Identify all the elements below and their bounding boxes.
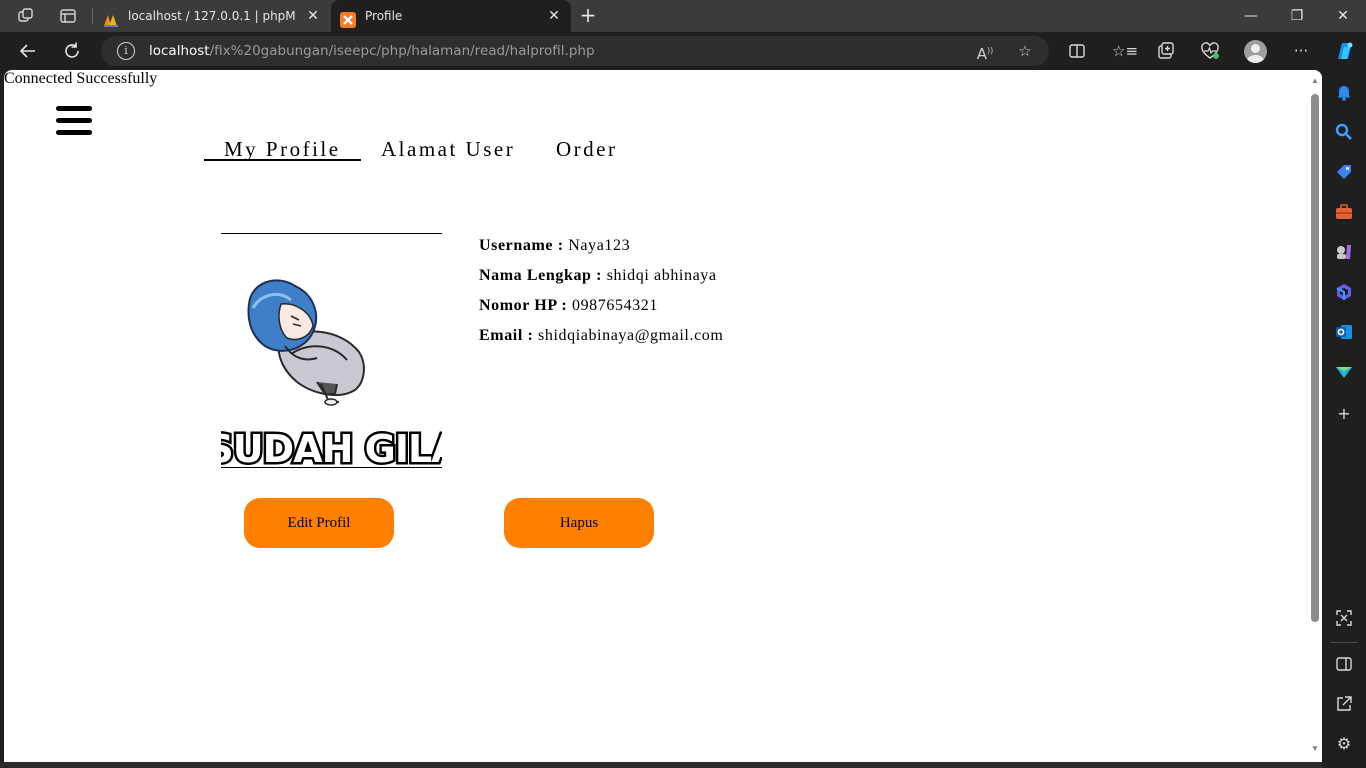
send-drop-icon[interactable] bbox=[1334, 362, 1354, 382]
email-row: Email : shidqiabinaya@gmail.com bbox=[479, 326, 723, 346]
read-aloud-icon[interactable]: A)) bbox=[975, 41, 995, 63]
workspaces-icon[interactable] bbox=[16, 6, 36, 26]
url-text[interactable]: localhost/fix%20gabungan/iseepc/php/hala… bbox=[149, 36, 595, 66]
username-row: Username : Naya123 bbox=[479, 236, 630, 256]
open-external-icon[interactable] bbox=[1334, 694, 1354, 714]
edge-sidebar: + ⚙ bbox=[1322, 70, 1366, 768]
browser-essentials-icon[interactable] bbox=[1200, 41, 1220, 61]
scrollbar-thumb[interactable] bbox=[1311, 94, 1319, 622]
new-tab-icon[interactable]: + bbox=[578, 5, 598, 25]
phone-label: Nomor HP : bbox=[479, 297, 568, 314]
add-sidebar-app-icon[interactable]: + bbox=[1334, 404, 1354, 424]
close-window-icon[interactable]: ✕ bbox=[1320, 0, 1366, 32]
window-bottom-edge bbox=[0, 762, 1322, 768]
close-tab-icon[interactable]: ✕ bbox=[547, 0, 561, 32]
sticker-caption: SUDAH GILA bbox=[221, 427, 442, 467]
search-icon[interactable] bbox=[1334, 122, 1354, 142]
restore-icon[interactable]: ❐ bbox=[1274, 0, 1320, 32]
tab-profile[interactable]: Profile ✕ bbox=[331, 0, 571, 32]
tab-title: localhost / 127.0.0.1 | phpMyAdmin bbox=[128, 9, 296, 23]
profile-avatar-icon[interactable] bbox=[1244, 40, 1267, 63]
vertical-scrollbar[interactable]: ▲ ▼ bbox=[1308, 70, 1322, 762]
split-screen-icon[interactable] bbox=[1067, 41, 1087, 61]
outlook-icon[interactable] bbox=[1334, 322, 1354, 342]
fullname-label: Nama Lengkap : bbox=[479, 267, 603, 284]
username-value: Naya123 bbox=[568, 237, 631, 254]
fullname-value: shidqi abhinaya bbox=[606, 267, 717, 284]
minimize-icon[interactable]: — bbox=[1228, 0, 1274, 32]
active-tab-underline bbox=[204, 159, 361, 161]
page-viewport: Connected Successfully My Profile Alamat… bbox=[4, 70, 1322, 762]
notification-bell-icon[interactable] bbox=[1334, 82, 1354, 102]
tools-briefcase-icon[interactable] bbox=[1334, 202, 1354, 222]
phone-row: Nomor HP : 0987654321 bbox=[479, 296, 658, 316]
email-label: Email : bbox=[479, 327, 534, 344]
scroll-down-icon[interactable]: ▼ bbox=[1310, 744, 1320, 754]
more-menu-icon[interactable]: ··· bbox=[1291, 41, 1311, 61]
back-icon[interactable] bbox=[17, 40, 39, 62]
tab-separator bbox=[92, 8, 93, 24]
fullname-row: Nama Lengkap : shidqi abhinaya bbox=[479, 266, 717, 286]
refresh-icon[interactable] bbox=[61, 40, 83, 62]
copilot-icon[interactable] bbox=[1333, 39, 1357, 63]
browser-titlebar: localhost / 127.0.0.1 | phpMyAdmin ✕ Pro… bbox=[0, 0, 1366, 32]
tab-title: Profile bbox=[365, 9, 403, 23]
games-icon[interactable] bbox=[1334, 242, 1354, 262]
favorite-star-icon[interactable]: ☆ bbox=[1015, 41, 1035, 61]
profile-photo: SUDAH GILA bbox=[204, 233, 465, 474]
nav-tab-alamat-user[interactable]: Alamat User bbox=[381, 136, 515, 162]
browser-toolbar: i localhost/fix%20gabungan/iseepc/php/ha… bbox=[0, 32, 1366, 70]
sidebar-divider bbox=[1330, 642, 1358, 643]
hamburger-menu-icon[interactable] bbox=[56, 105, 92, 135]
anime-sticker-image: SUDAH GILA bbox=[204, 279, 465, 474]
sidebar-toggle-icon[interactable] bbox=[1334, 654, 1354, 674]
edit-profile-button[interactable]: Edit Profil bbox=[244, 498, 394, 548]
screenshot-tool-icon[interactable] bbox=[1334, 608, 1354, 628]
site-info-icon[interactable]: i bbox=[117, 42, 135, 60]
scroll-up-icon[interactable]: ▲ bbox=[1310, 76, 1320, 86]
address-bar[interactable]: i localhost/fix%20gabungan/iseepc/php/ha… bbox=[101, 36, 1049, 66]
collections-icon[interactable] bbox=[1156, 41, 1176, 61]
phpmyadmin-favicon-icon bbox=[103, 8, 119, 27]
phone-value: 0987654321 bbox=[571, 297, 658, 314]
settings-gear-icon[interactable]: ⚙ bbox=[1334, 734, 1354, 754]
tab-phpmyadmin[interactable]: localhost / 127.0.0.1 | phpMyAdmin ✕ bbox=[94, 0, 330, 32]
email-value: shidqiabinaya@gmail.com bbox=[538, 327, 724, 344]
connection-status: Connected Successfully bbox=[4, 70, 158, 87]
favorites-icon[interactable]: ☆≡ bbox=[1112, 41, 1138, 61]
microsoft-365-icon[interactable] bbox=[1334, 282, 1354, 302]
nav-tab-order[interactable]: Order bbox=[556, 136, 617, 162]
tab-actions-icon[interactable] bbox=[58, 6, 78, 26]
shopping-tag-icon[interactable] bbox=[1334, 162, 1354, 182]
close-tab-icon[interactable]: ✕ bbox=[306, 0, 320, 32]
xampp-favicon-icon bbox=[340, 8, 356, 28]
delete-button[interactable]: Hapus bbox=[504, 498, 654, 548]
username-label: Username : bbox=[479, 237, 564, 254]
